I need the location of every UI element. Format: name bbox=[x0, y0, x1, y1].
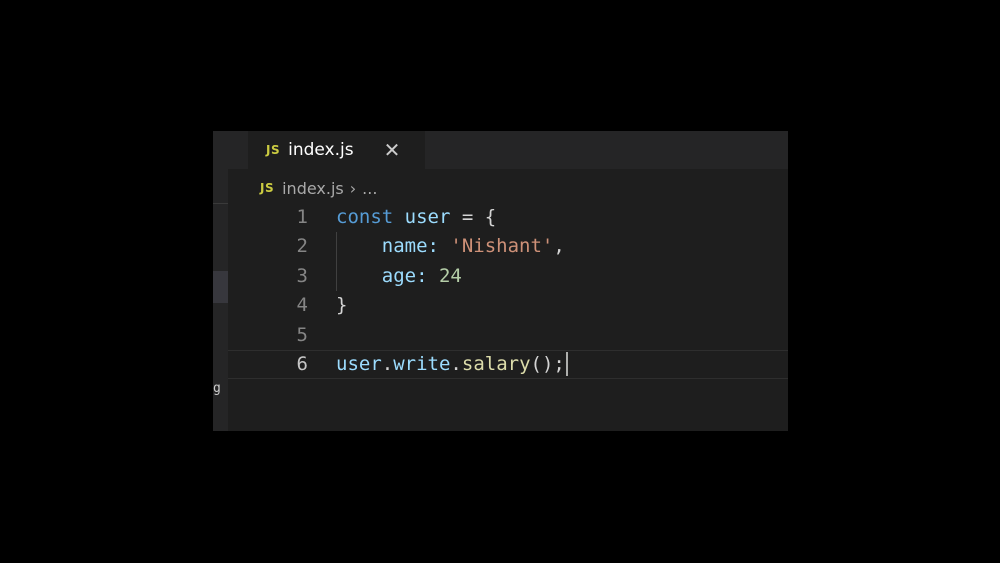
line-number: 5 bbox=[296, 323, 308, 346]
keyword-token: const bbox=[336, 206, 394, 228]
text-cursor bbox=[565, 352, 568, 377]
variable-token: user bbox=[336, 352, 382, 375]
close-icon[interactable]: ✕ bbox=[384, 140, 401, 160]
number-token: 24 bbox=[438, 264, 462, 287]
breadcrumb-item-more[interactable]: ... bbox=[362, 179, 377, 198]
sidebar-text-fragment: g bbox=[213, 381, 221, 396]
code-area[interactable]: 1 const user = { 2 name: 'Nishant', 3 ag… bbox=[228, 203, 788, 379]
sidebar-divider bbox=[213, 203, 228, 204]
line-text: user.write.salary(); bbox=[336, 350, 568, 379]
code-editor-window: g JS index.js ✕ JS index.js › ... 1 cons… bbox=[213, 131, 788, 431]
tab-bar: JS index.js ✕ bbox=[228, 131, 788, 169]
variable-token: user bbox=[404, 206, 451, 228]
line-text: name: 'Nishant', bbox=[336, 232, 565, 261]
tab-label: index.js bbox=[288, 140, 354, 160]
js-file-icon: JS bbox=[260, 181, 275, 195]
code-line[interactable]: 5 bbox=[228, 321, 788, 350]
chevron-right-icon: › bbox=[349, 178, 357, 198]
line-number: 2 bbox=[296, 235, 308, 258]
js-file-icon: JS bbox=[266, 143, 281, 157]
string-token: 'Nishant' bbox=[450, 235, 554, 258]
line-text: age: 24 bbox=[336, 262, 462, 291]
punctuation-token: (); bbox=[530, 352, 565, 375]
punctuation-token: . bbox=[450, 352, 462, 375]
line-number: 6 bbox=[296, 352, 308, 375]
code-line[interactable]: 1 const user = { bbox=[228, 203, 788, 232]
code-line[interactable]: 3 age: 24 bbox=[228, 262, 788, 291]
punctuation-token: } bbox=[336, 294, 348, 317]
code-line[interactable]: 4 } bbox=[228, 291, 788, 320]
breadcrumb: JS index.js › ... bbox=[260, 176, 377, 200]
line-number: 1 bbox=[296, 206, 308, 228]
property-token: name: bbox=[336, 235, 451, 258]
punctuation-token: . bbox=[381, 352, 394, 375]
punctuation-token: = { bbox=[450, 206, 497, 228]
tab-index-js[interactable]: JS index.js ✕ bbox=[248, 131, 425, 169]
punctuation-token: , bbox=[553, 235, 565, 258]
code-line[interactable]: 2 name: 'Nishant', bbox=[228, 232, 788, 261]
line-text: const user = { bbox=[336, 203, 496, 232]
property-token: write bbox=[393, 352, 451, 375]
function-token: salary bbox=[461, 352, 531, 375]
line-number: 4 bbox=[296, 294, 308, 317]
code-line-current[interactable]: 6 user.write.salary(); bbox=[228, 350, 788, 379]
property-token: age: bbox=[336, 264, 439, 287]
breadcrumb-item-file[interactable]: index.js bbox=[282, 179, 344, 198]
line-text: } bbox=[336, 291, 347, 320]
sidebar-selected-item[interactable] bbox=[213, 271, 228, 303]
line-number: 3 bbox=[296, 264, 308, 287]
explorer-sidebar-edge: g bbox=[213, 131, 228, 431]
